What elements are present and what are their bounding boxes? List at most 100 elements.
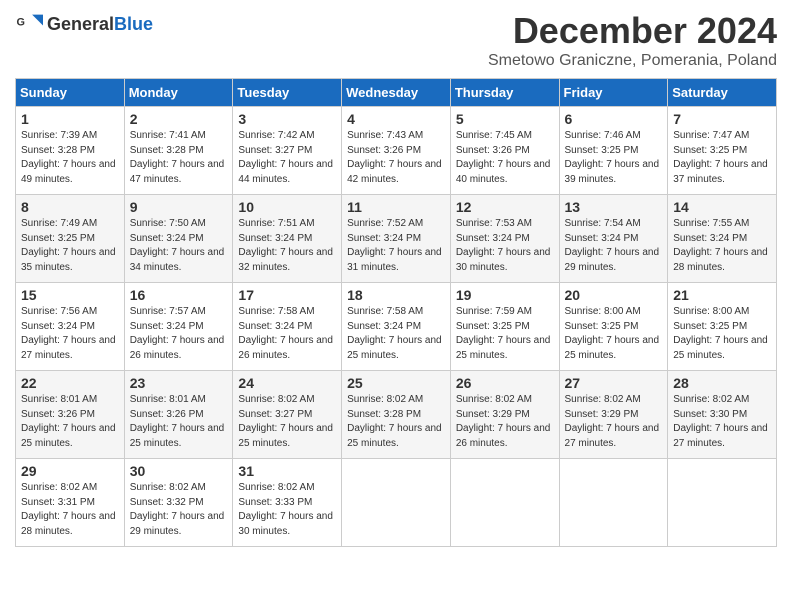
calendar-day-cell: 9 Sunrise: 7:50 AM Sunset: 3:24 PM Dayli… bbox=[124, 195, 233, 283]
day-number: 16 bbox=[130, 287, 228, 303]
day-info: Sunrise: 8:01 AM Sunset: 3:26 PM Dayligh… bbox=[21, 393, 119, 451]
day-info: Sunrise: 8:01 AM Sunset: 3:26 PM Dayligh… bbox=[130, 393, 228, 451]
day-info: Sunrise: 7:41 AM Sunset: 3:28 PM Dayligh… bbox=[130, 129, 228, 187]
calendar-day-cell: 24 Sunrise: 8:02 AM Sunset: 3:27 PM Dayl… bbox=[233, 371, 342, 459]
calendar-day-cell: 2 Sunrise: 7:41 AM Sunset: 3:28 PM Dayli… bbox=[124, 107, 233, 195]
day-number: 31 bbox=[238, 463, 336, 479]
day-info: Sunrise: 8:02 AM Sunset: 3:27 PM Dayligh… bbox=[238, 393, 336, 451]
calendar-day-cell: 29 Sunrise: 8:02 AM Sunset: 3:31 PM Dayl… bbox=[16, 459, 125, 547]
page-header: G GeneralBlue December 2024 Smetowo Gran… bbox=[15, 10, 777, 70]
calendar-day-cell: 20 Sunrise: 8:00 AM Sunset: 3:25 PM Dayl… bbox=[559, 283, 668, 371]
day-number: 24 bbox=[238, 375, 336, 391]
weekday-header-saturday: Saturday bbox=[668, 79, 777, 107]
day-info: Sunrise: 7:49 AM Sunset: 3:25 PM Dayligh… bbox=[21, 217, 119, 275]
day-number: 23 bbox=[130, 375, 228, 391]
day-info: Sunrise: 7:51 AM Sunset: 3:24 PM Dayligh… bbox=[238, 217, 336, 275]
calendar-day-cell: 27 Sunrise: 8:02 AM Sunset: 3:29 PM Dayl… bbox=[559, 371, 668, 459]
calendar-day-cell: 13 Sunrise: 7:54 AM Sunset: 3:24 PM Dayl… bbox=[559, 195, 668, 283]
day-number: 3 bbox=[238, 111, 336, 127]
day-info: Sunrise: 8:00 AM Sunset: 3:25 PM Dayligh… bbox=[565, 305, 663, 363]
day-info: Sunrise: 7:58 AM Sunset: 3:24 PM Dayligh… bbox=[238, 305, 336, 363]
weekday-header-thursday: Thursday bbox=[450, 79, 559, 107]
weekday-header-tuesday: Tuesday bbox=[233, 79, 342, 107]
day-info: Sunrise: 8:00 AM Sunset: 3:25 PM Dayligh… bbox=[673, 305, 771, 363]
logo-general-text: General bbox=[47, 14, 114, 34]
calendar-week-row: 1 Sunrise: 7:39 AM Sunset: 3:28 PM Dayli… bbox=[16, 107, 777, 195]
logo-blue-text: Blue bbox=[114, 14, 153, 34]
calendar-day-cell: 6 Sunrise: 7:46 AM Sunset: 3:25 PM Dayli… bbox=[559, 107, 668, 195]
logo-icon: G bbox=[15, 10, 43, 38]
calendar-day-cell: 8 Sunrise: 7:49 AM Sunset: 3:25 PM Dayli… bbox=[16, 195, 125, 283]
day-info: Sunrise: 8:02 AM Sunset: 3:32 PM Dayligh… bbox=[130, 481, 228, 539]
calendar-week-row: 15 Sunrise: 7:56 AM Sunset: 3:24 PM Dayl… bbox=[16, 283, 777, 371]
day-info: Sunrise: 7:45 AM Sunset: 3:26 PM Dayligh… bbox=[456, 129, 554, 187]
calendar-day-cell: 14 Sunrise: 7:55 AM Sunset: 3:24 PM Dayl… bbox=[668, 195, 777, 283]
calendar-day-cell bbox=[559, 459, 668, 547]
calendar-day-cell: 30 Sunrise: 8:02 AM Sunset: 3:32 PM Dayl… bbox=[124, 459, 233, 547]
day-number: 26 bbox=[456, 375, 554, 391]
day-number: 25 bbox=[347, 375, 445, 391]
logo: G GeneralBlue bbox=[15, 10, 153, 38]
day-number: 21 bbox=[673, 287, 771, 303]
day-info: Sunrise: 8:02 AM Sunset: 3:29 PM Dayligh… bbox=[456, 393, 554, 451]
calendar-day-cell: 28 Sunrise: 8:02 AM Sunset: 3:30 PM Dayl… bbox=[668, 371, 777, 459]
calendar-week-row: 22 Sunrise: 8:01 AM Sunset: 3:26 PM Dayl… bbox=[16, 371, 777, 459]
day-info: Sunrise: 8:02 AM Sunset: 3:31 PM Dayligh… bbox=[21, 481, 119, 539]
day-number: 1 bbox=[21, 111, 119, 127]
calendar-day-cell: 18 Sunrise: 7:58 AM Sunset: 3:24 PM Dayl… bbox=[342, 283, 451, 371]
calendar-day-cell: 22 Sunrise: 8:01 AM Sunset: 3:26 PM Dayl… bbox=[16, 371, 125, 459]
day-number: 29 bbox=[21, 463, 119, 479]
calendar-day-cell: 21 Sunrise: 8:00 AM Sunset: 3:25 PM Dayl… bbox=[668, 283, 777, 371]
calendar-day-cell bbox=[450, 459, 559, 547]
day-number: 9 bbox=[130, 199, 228, 215]
day-number: 15 bbox=[21, 287, 119, 303]
title-area: December 2024 Smetowo Graniczne, Pomeran… bbox=[488, 10, 777, 70]
calendar-day-cell: 19 Sunrise: 7:59 AM Sunset: 3:25 PM Dayl… bbox=[450, 283, 559, 371]
day-number: 6 bbox=[565, 111, 663, 127]
day-info: Sunrise: 7:43 AM Sunset: 3:26 PM Dayligh… bbox=[347, 129, 445, 187]
day-number: 18 bbox=[347, 287, 445, 303]
day-info: Sunrise: 7:57 AM Sunset: 3:24 PM Dayligh… bbox=[130, 305, 228, 363]
calendar-week-row: 29 Sunrise: 8:02 AM Sunset: 3:31 PM Dayl… bbox=[16, 459, 777, 547]
day-number: 12 bbox=[456, 199, 554, 215]
calendar-day-cell: 3 Sunrise: 7:42 AM Sunset: 3:27 PM Dayli… bbox=[233, 107, 342, 195]
day-number: 4 bbox=[347, 111, 445, 127]
calendar-day-cell: 15 Sunrise: 7:56 AM Sunset: 3:24 PM Dayl… bbox=[16, 283, 125, 371]
day-number: 11 bbox=[347, 199, 445, 215]
day-info: Sunrise: 7:52 AM Sunset: 3:24 PM Dayligh… bbox=[347, 217, 445, 275]
calendar-week-row: 8 Sunrise: 7:49 AM Sunset: 3:25 PM Dayli… bbox=[16, 195, 777, 283]
day-info: Sunrise: 7:58 AM Sunset: 3:24 PM Dayligh… bbox=[347, 305, 445, 363]
day-number: 14 bbox=[673, 199, 771, 215]
calendar-day-cell: 12 Sunrise: 7:53 AM Sunset: 3:24 PM Dayl… bbox=[450, 195, 559, 283]
day-number: 10 bbox=[238, 199, 336, 215]
weekday-header-sunday: Sunday bbox=[16, 79, 125, 107]
day-number: 13 bbox=[565, 199, 663, 215]
weekday-header-friday: Friday bbox=[559, 79, 668, 107]
day-info: Sunrise: 7:56 AM Sunset: 3:24 PM Dayligh… bbox=[21, 305, 119, 363]
day-info: Sunrise: 8:02 AM Sunset: 3:33 PM Dayligh… bbox=[238, 481, 336, 539]
day-info: Sunrise: 8:02 AM Sunset: 3:29 PM Dayligh… bbox=[565, 393, 663, 451]
weekday-header-wednesday: Wednesday bbox=[342, 79, 451, 107]
calendar-day-cell bbox=[342, 459, 451, 547]
day-number: 30 bbox=[130, 463, 228, 479]
day-info: Sunrise: 7:47 AM Sunset: 3:25 PM Dayligh… bbox=[673, 129, 771, 187]
day-info: Sunrise: 7:59 AM Sunset: 3:25 PM Dayligh… bbox=[456, 305, 554, 363]
calendar-table: SundayMondayTuesdayWednesdayThursdayFrid… bbox=[15, 78, 777, 547]
calendar-day-cell: 11 Sunrise: 7:52 AM Sunset: 3:24 PM Dayl… bbox=[342, 195, 451, 283]
weekday-header-monday: Monday bbox=[124, 79, 233, 107]
calendar-day-cell: 4 Sunrise: 7:43 AM Sunset: 3:26 PM Dayli… bbox=[342, 107, 451, 195]
day-info: Sunrise: 7:53 AM Sunset: 3:24 PM Dayligh… bbox=[456, 217, 554, 275]
day-info: Sunrise: 8:02 AM Sunset: 3:28 PM Dayligh… bbox=[347, 393, 445, 451]
day-info: Sunrise: 7:55 AM Sunset: 3:24 PM Dayligh… bbox=[673, 217, 771, 275]
day-info: Sunrise: 8:02 AM Sunset: 3:30 PM Dayligh… bbox=[673, 393, 771, 451]
calendar-day-cell: 17 Sunrise: 7:58 AM Sunset: 3:24 PM Dayl… bbox=[233, 283, 342, 371]
calendar-day-cell: 5 Sunrise: 7:45 AM Sunset: 3:26 PM Dayli… bbox=[450, 107, 559, 195]
day-number: 5 bbox=[456, 111, 554, 127]
day-info: Sunrise: 7:39 AM Sunset: 3:28 PM Dayligh… bbox=[21, 129, 119, 187]
day-number: 19 bbox=[456, 287, 554, 303]
day-number: 20 bbox=[565, 287, 663, 303]
weekday-header-row: SundayMondayTuesdayWednesdayThursdayFrid… bbox=[16, 79, 777, 107]
day-number: 7 bbox=[673, 111, 771, 127]
day-info: Sunrise: 7:50 AM Sunset: 3:24 PM Dayligh… bbox=[130, 217, 228, 275]
calendar-day-cell: 31 Sunrise: 8:02 AM Sunset: 3:33 PM Dayl… bbox=[233, 459, 342, 547]
